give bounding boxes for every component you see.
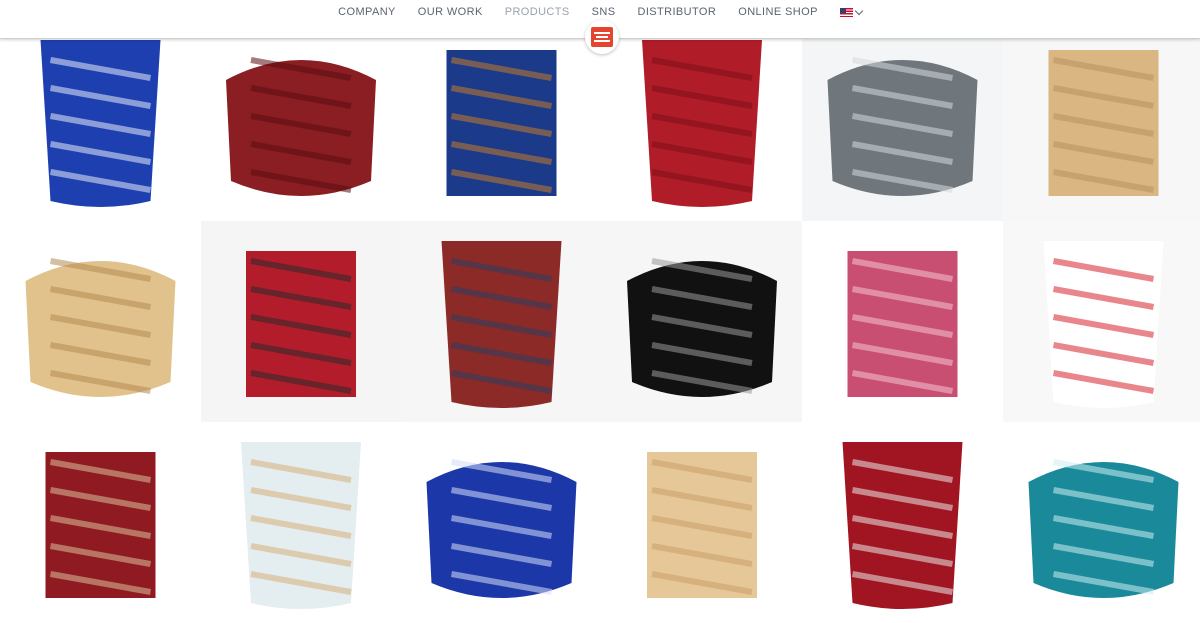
product-image — [226, 57, 376, 196]
product-tile-black-sake-cup-with-box[interactable] — [602, 221, 802, 422]
product-tile-blue-kiriko-ring[interactable] — [401, 422, 602, 623]
nav-sns[interactable]: SNS — [592, 6, 616, 18]
product-tile-grey-crackle-bowl[interactable] — [802, 20, 1003, 221]
brand-logo[interactable] — [585, 20, 619, 54]
product-tile-lacquer-tin-cup-with-box[interactable] — [0, 422, 201, 623]
product-grid — [0, 20, 1200, 623]
product-image — [45, 452, 156, 598]
product-image — [1043, 241, 1164, 408]
product-tile-blue-kiriko-glass[interactable] — [0, 20, 201, 221]
product-tile-glass-on-wooden-base[interactable] — [201, 422, 401, 623]
product-image — [642, 40, 762, 207]
chevron-down-icon — [854, 6, 864, 15]
product-tile-amber-blue-kiriko-glass[interactable] — [401, 20, 602, 221]
product-image — [40, 40, 161, 207]
product-tile-red-kiriko-glass-top-view[interactable] — [201, 221, 401, 422]
product-image — [25, 258, 176, 397]
product-image — [847, 251, 958, 397]
product-image — [842, 442, 963, 609]
product-tile-red-kiriko-glass-with-lid[interactable] — [802, 422, 1003, 623]
nav-online-shop[interactable]: ONLINE SHOP — [738, 6, 818, 18]
product-tile-bamboo-basket[interactable] — [0, 221, 201, 422]
product-tile-red-tumbler[interactable] — [201, 20, 401, 221]
product-image — [446, 50, 557, 196]
product-tile-red-and-blue-tin-cups[interactable] — [401, 221, 602, 422]
nav-distributor[interactable]: DISTRIBUTOR — [637, 6, 716, 18]
language-selector[interactable] — [839, 6, 864, 17]
product-tile-teal-kiriko-glass[interactable] — [1003, 422, 1200, 623]
product-tile-red-star-kiriko-glass[interactable] — [602, 20, 802, 221]
nav-company[interactable]: COMPANY — [338, 6, 396, 18]
brand-logo-icon — [591, 27, 613, 47]
product-image — [441, 241, 562, 408]
product-image — [827, 57, 978, 196]
product-image — [1028, 459, 1179, 598]
product-image — [426, 459, 577, 598]
product-image — [246, 251, 356, 397]
product-image — [1048, 50, 1159, 196]
nav-products[interactable]: PRODUCTS — [505, 6, 570, 18]
us-flag-icon — [839, 7, 853, 17]
product-tile-wooden-bento-box[interactable] — [1003, 20, 1200, 221]
nav-our-work[interactable]: OUR WORK — [418, 6, 483, 18]
product-image — [627, 258, 777, 397]
product-image — [647, 452, 757, 598]
product-tile-pink-kiriko-glass[interactable] — [802, 221, 1003, 422]
product-image — [241, 442, 361, 609]
product-tile-maneki-neko-cat[interactable] — [1003, 221, 1200, 422]
product-tile-round-wooden-box[interactable] — [602, 422, 802, 623]
